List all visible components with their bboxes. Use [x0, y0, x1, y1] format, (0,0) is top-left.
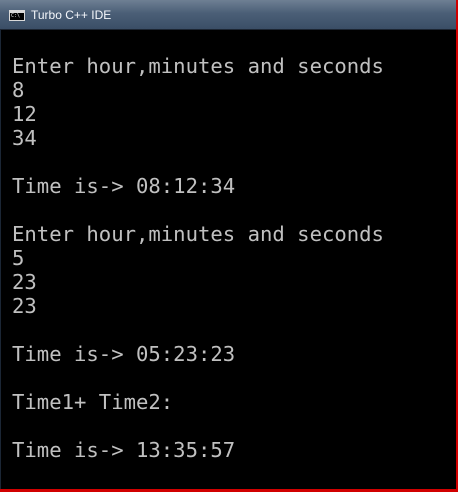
console-line-hour-1: 8	[12, 78, 25, 102]
console-line-prompt-1: Enter hour,minutes and seconds	[12, 54, 384, 78]
console-line-minutes-2: 23	[12, 270, 37, 294]
turbo-cpp-window: C:\ Turbo C++ IDE Enter hour,minutes and…	[0, 0, 458, 492]
console-line-time-1: Time is-> 08:12:34	[12, 174, 236, 198]
console-line-prompt-2: Enter hour,minutes and seconds	[12, 222, 384, 246]
console-line-seconds-2: 23	[12, 294, 37, 318]
console-icon[interactable]: C:\	[9, 10, 25, 21]
console-line-time-2: Time is-> 05:23:23	[12, 342, 236, 366]
console-line-seconds-1: 34	[12, 126, 37, 150]
window-frame-left	[0, 30, 1, 492]
console-icon-label: C:\	[11, 13, 21, 19]
console-line-hour-2: 5	[12, 246, 25, 270]
console-line-sum-time: Time is-> 13:35:57	[12, 438, 236, 462]
console-output[interactable]: Enter hour,minutes and seconds 8 12 34 T…	[1, 30, 456, 489]
title-bar[interactable]: C:\ Turbo C++ IDE	[0, 0, 458, 30]
window-title: Turbo C++ IDE	[31, 8, 112, 22]
console-line-minutes-1: 12	[12, 102, 37, 126]
console-line-sum-heading: Time1+ Time2:	[12, 390, 174, 414]
